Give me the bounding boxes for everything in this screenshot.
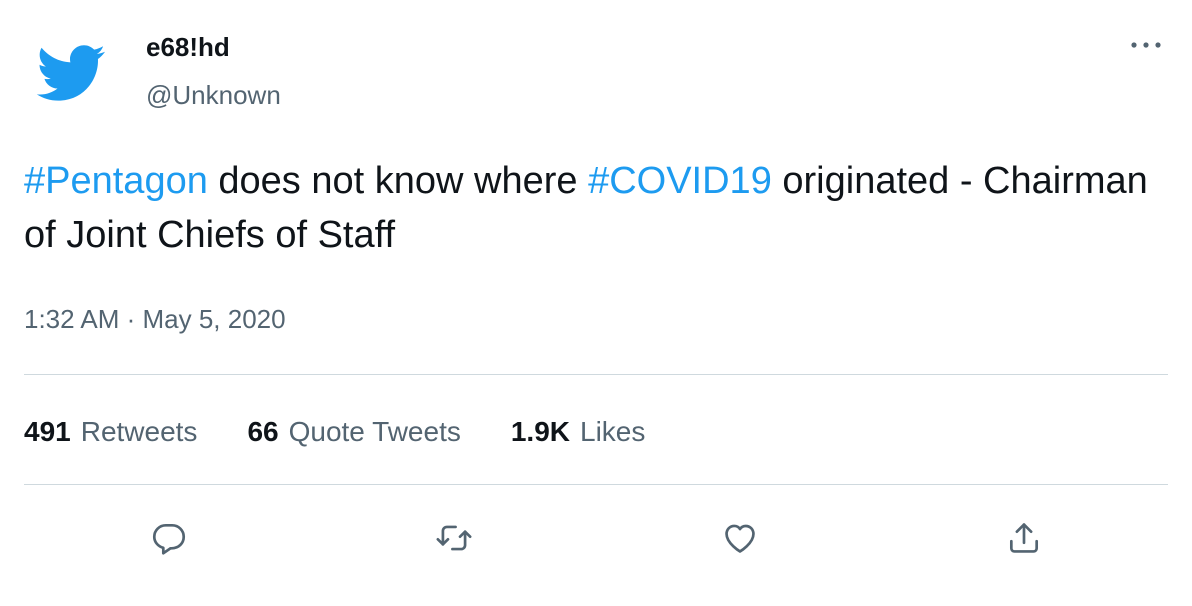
- retweets-stat[interactable]: 491 Retweets: [24, 416, 197, 448]
- more-icon: [1131, 42, 1161, 48]
- like-button[interactable]: [712, 510, 768, 566]
- likes-count: 1.9K: [510, 416, 571, 447]
- more-options-button[interactable]: [1126, 30, 1166, 60]
- twitter-bird-icon: [36, 45, 105, 101]
- likes-stat[interactable]: 1.9K Likes: [511, 416, 646, 448]
- tweet-text-segment: does not know where: [207, 160, 589, 202]
- avatar[interactable]: [34, 26, 106, 120]
- retweets-count: 491: [24, 416, 71, 447]
- divider: [24, 484, 1168, 485]
- likes-label: Likes: [580, 416, 646, 447]
- share-button[interactable]: [996, 510, 1052, 566]
- display-name[interactable]: e68!hd: [146, 32, 230, 63]
- reply-icon: [152, 523, 186, 555]
- hashtag-link-pentagon[interactable]: #Pentagon: [24, 160, 208, 202]
- retweet-icon: [436, 525, 472, 551]
- tweet-text: #Pentagon does not know where #COVID19 o…: [24, 154, 1174, 262]
- share-icon: [1009, 523, 1039, 553]
- tweet-stats: 491 Retweets 66 Quote Tweets 1.9K Likes: [24, 412, 695, 452]
- like-icon: [725, 524, 755, 553]
- tweet-actions: [0, 500, 1192, 574]
- quote-tweets-stat[interactable]: 66 Quote Tweets: [247, 416, 460, 448]
- user-handle[interactable]: @Unknown: [146, 80, 281, 111]
- retweet-button[interactable]: [426, 510, 482, 566]
- tweet-timestamp[interactable]: 1:32 AM · May 5, 2020: [24, 304, 286, 335]
- divider: [24, 374, 1168, 375]
- quote-tweets-count: 66: [247, 416, 279, 447]
- retweets-label: Retweets: [80, 416, 198, 447]
- hashtag-link-covid19[interactable]: #COVID19: [588, 160, 772, 202]
- quote-tweets-label: Quote Tweets: [288, 416, 461, 447]
- reply-button[interactable]: [141, 510, 197, 566]
